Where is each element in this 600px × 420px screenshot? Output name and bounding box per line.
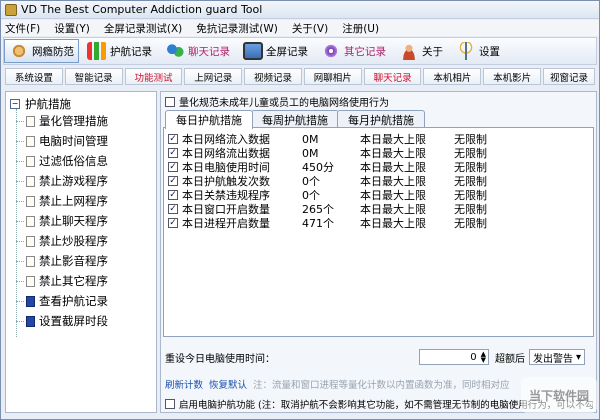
refresh-count-link[interactable]: 刷新计数: [165, 377, 203, 391]
menu-about[interactable]: 关于(V): [292, 21, 328, 36]
tab-weekly[interactable]: 每周护航措施: [251, 110, 339, 128]
stat-checkbox[interactable]: ✓: [168, 204, 178, 214]
after-exceed-label: 超额后: [495, 353, 525, 365]
stat-checkbox[interactable]: ✓: [168, 148, 178, 158]
tree-item-block-stocks[interactable]: 禁止炒股程序: [16, 232, 108, 250]
main-toolbar: 网瘾防范 护航记录 聊天记录 全屏记录 其它记录 关于 设置: [3, 37, 597, 65]
subtab-function-test[interactable]: 功能测试: [124, 68, 183, 85]
antenna-icon: [456, 42, 476, 60]
toolbar-other-records-button[interactable]: 其它记录: [316, 39, 391, 63]
period-tabs: 每日护航措施 每周护航措施 每月护航措施: [165, 110, 425, 129]
stat-checkbox[interactable]: ✓: [168, 218, 178, 228]
stat-row: ✓ 本日窗口开启数量 265个 本日最大上限 无限制: [168, 203, 487, 216]
toolbar-settings-button[interactable]: 设置: [451, 39, 505, 63]
page-icon: [26, 235, 35, 247]
toolbar-about-button[interactable]: 关于: [394, 39, 448, 63]
stat-checkbox[interactable]: ✓: [168, 190, 178, 200]
title-bar[interactable]: VD The Best Computer Addiction guard Too…: [1, 1, 599, 19]
page-icon: [26, 115, 35, 127]
tree-item-block-other[interactable]: 禁止其它程序: [16, 272, 108, 290]
book-icon: [26, 315, 35, 327]
tree-item-block-media[interactable]: 禁止影音程序: [16, 252, 108, 270]
stat-row: ✓ 本日进程开启数量 471个 本日最大上限 无限制: [168, 215, 487, 231]
subtab-video-records[interactable]: 视频记录: [244, 68, 302, 85]
tree-item-block-internet[interactable]: 禁止上网程序: [16, 192, 108, 210]
stat-row: ✓ 本日网络流入数据 0M 本日最大上限 无限制: [168, 132, 487, 146]
menu-register[interactable]: 注册(U): [342, 21, 379, 36]
page-icon: [26, 255, 35, 267]
main-panel: 量化规范未成年儿童或员工的电脑网络使用行为 每日护航措施 每周护航措施 每月护航…: [160, 91, 597, 413]
tree-root[interactable]: − 护航措施: [10, 96, 73, 112]
app-icon: [5, 3, 17, 16]
chevron-down-icon: ▾: [575, 351, 581, 363]
limit-value[interactable]: 无限制: [454, 215, 487, 231]
tab-daily[interactable]: 每日护航措施: [165, 110, 253, 129]
action-select[interactable]: 发出警告 ▾: [529, 349, 585, 365]
stat-row: ✓ 本日护航触发次数 0个 本日最大上限 无限制: [168, 175, 487, 188]
stat-checkbox[interactable]: ✓: [168, 176, 178, 186]
tree-item-filter-content[interactable]: 过滤低俗信息: [16, 152, 108, 170]
quantify-checkbox-row[interactable]: 量化规范未成年儿童或员工的电脑网络使用行为: [165, 94, 389, 109]
quantify-checkbox[interactable]: [165, 96, 175, 107]
watermark: 当下软件园: [521, 377, 597, 413]
stat-row: ✓ 本日网络流出数据 0M 本日最大上限 无限制: [168, 146, 487, 160]
page-icon: [26, 135, 35, 147]
reset-time-row: 重设今日电脑使用时间： 0 ▲ ▼ 超额后 发出警告 ▾: [165, 348, 593, 366]
page-icon: [26, 275, 35, 287]
tree-item-computer-time[interactable]: 电脑时间管理: [16, 132, 108, 150]
subtab-local-photos[interactable]: 本机相片: [423, 68, 482, 85]
toolbar-addiction-guard-button[interactable]: 网瘾防范: [4, 39, 79, 63]
page-icon: [26, 175, 35, 187]
tab-monthly[interactable]: 每月护航措施: [337, 110, 425, 128]
page-icon: [26, 195, 35, 207]
menu-bar: 文件(F) 设置(Y) 全屏记录测试(X) 免抗记录测试(W) 关于(V) 注册…: [1, 20, 599, 36]
monitor-icon: [243, 42, 263, 60]
reset-time-label: 重设今日电脑使用时间：: [165, 353, 275, 365]
bar-chart-icon: [87, 42, 107, 60]
count-note: 注：流量和窗口进程等量化计数以内置函数为准，同时相对应: [253, 380, 510, 391]
stepper-arrows-icon[interactable]: ▲ ▼: [481, 351, 486, 364]
people-icon: [165, 42, 185, 60]
daily-panel: ✓ 本日网络流入数据 0M 本日最大上限 无限制 ✓ 本日网络流出数据 0M 本…: [163, 127, 594, 337]
reset-time-stepper[interactable]: 0 ▲ ▼: [419, 349, 489, 365]
sub-tab-bar: 系统设置 智能记录 功能测试 上网记录 视频记录 网聊相片 聊天记录 本机相片 …: [5, 68, 597, 86]
restore-default-link[interactable]: 恢复默认: [209, 377, 247, 391]
disc-icon: [321, 42, 341, 60]
enable-guard-checkbox[interactable]: [165, 399, 175, 409]
toolbar-guard-records-button[interactable]: 护航记录: [82, 39, 157, 63]
ship-wheel-icon: [9, 42, 29, 60]
page-icon: [26, 215, 35, 227]
app-window: VD The Best Computer Addiction guard Too…: [0, 0, 600, 420]
menu-fullscreen-test[interactable]: 全屏记录测试(X): [104, 21, 182, 36]
toolbar-fullscreen-records-button[interactable]: 全屏记录: [238, 39, 313, 63]
person-icon: [399, 42, 419, 60]
menu-file[interactable]: 文件(F): [5, 21, 40, 36]
stat-checkbox[interactable]: ✓: [168, 162, 178, 172]
book-icon: [26, 295, 35, 307]
subtab-window-records[interactable]: 视窗记录: [543, 68, 596, 85]
window-title: VD The Best Computer Addiction guard Too…: [21, 3, 263, 16]
stat-checkbox[interactable]: ✓: [168, 134, 178, 144]
subtab-chat-photos[interactable]: 网聊相片: [303, 68, 362, 85]
stat-row: ✓ 本日电脑使用时间 450分 本日最大上限 无限制: [168, 161, 487, 174]
tree-item-screenshot-schedule[interactable]: 设置截屏时段: [16, 312, 108, 330]
menu-settings[interactable]: 设置(Y): [54, 21, 90, 36]
collapse-icon[interactable]: −: [10, 99, 20, 109]
subtab-system-settings[interactable]: 系统设置: [5, 68, 63, 85]
tree-item-view-records[interactable]: 查看护航记录: [16, 292, 108, 310]
page-icon: [26, 155, 35, 167]
toolbar-chat-records-button[interactable]: 聊天记录: [160, 39, 235, 63]
tree-item-quantified-management[interactable]: 量化管理措施: [16, 112, 108, 130]
nav-tree: − 护航措施 量化管理措施 电脑时间管理 过滤低俗信息 禁止游戏程序 禁止上网程…: [5, 91, 157, 413]
subtab-chat-records[interactable]: 聊天记录: [363, 68, 422, 85]
tree-item-block-chat[interactable]: 禁止聊天程序: [16, 212, 108, 230]
menu-record-test[interactable]: 免抗记录测试(W): [196, 21, 278, 36]
stat-row: ✓ 本日关禁违规程序 0个 本日最大上限 无限制: [168, 189, 487, 202]
subtab-web-records[interactable]: 上网记录: [184, 68, 243, 85]
tree-item-block-games[interactable]: 禁止游戏程序: [16, 172, 108, 190]
subtab-local-videos[interactable]: 本机影片: [483, 68, 542, 85]
subtab-smart-records[interactable]: 智能记录: [64, 68, 123, 85]
